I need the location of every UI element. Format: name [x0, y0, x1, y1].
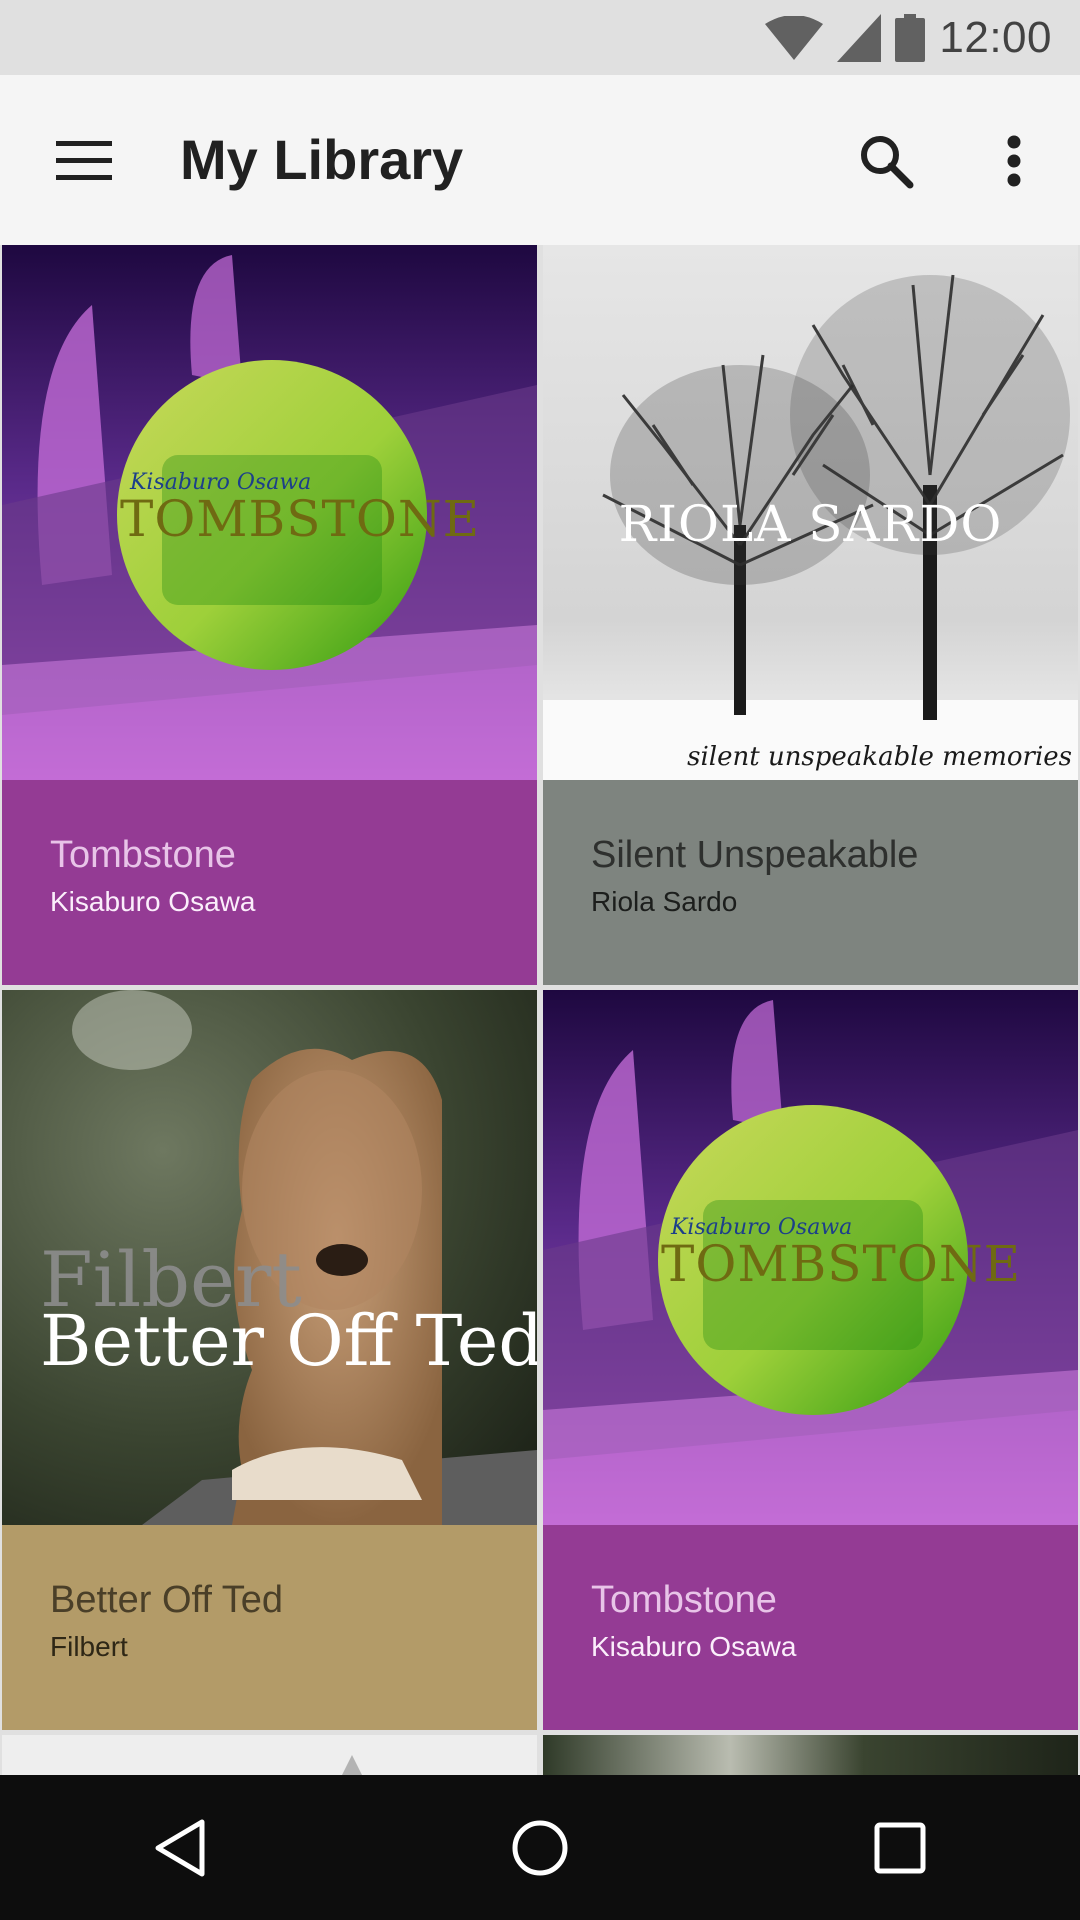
album-info: Silent Unspeakable Riola Sardo — [543, 780, 1078, 985]
album-title: Silent Unspeakable — [591, 834, 919, 876]
album-card[interactable]: RIOLA SARDO silent unspeakable memories … — [543, 245, 1078, 985]
album-info: Tombstone Kisaburo Osawa — [2, 780, 537, 985]
album-art: Filbert Better Off Ted — [2, 990, 537, 1525]
album-title: Tombstone — [591, 1579, 777, 1621]
album-title: Better Off Ted — [50, 1579, 284, 1621]
status-clock: 12:00 — [939, 12, 1052, 62]
home-button[interactable] — [480, 1788, 600, 1908]
back-icon — [155, 1819, 205, 1876]
home-icon — [512, 1820, 568, 1875]
art-title-text: silent unspeakable memories — [687, 742, 1072, 772]
recents-icon — [874, 1822, 926, 1873]
art-artist-text: RIOLA SARDO — [618, 495, 1003, 553]
album-art — [543, 1735, 1078, 1775]
app-bar: My Library — [0, 75, 1080, 245]
album-art — [2, 1735, 537, 1775]
album-artist: Kisaburo Osawa — [591, 1631, 797, 1662]
album-card[interactable]: Kisaburo Osawa TOMBSTONE Tombstone Kisab… — [543, 990, 1078, 1730]
search-button[interactable] — [850, 125, 922, 197]
album-card[interactable]: Kisaburo Osawa TOMBSTONE Tombstone Kisab… — [2, 245, 537, 985]
search-icon — [861, 136, 914, 189]
album-artist: Riola Sardo — [591, 886, 738, 917]
art-title-text: Better Off Ted — [40, 1300, 537, 1382]
album-artist: Filbert — [50, 1631, 128, 1662]
battery-icon — [895, 13, 926, 62]
more-options-button[interactable] — [978, 125, 1050, 197]
recents-button[interactable] — [840, 1788, 960, 1908]
art-title-text: TOMBSTONE — [120, 490, 481, 548]
navigation-bar — [0, 1775, 1080, 1920]
wifi-icon — [765, 15, 824, 60]
album-artist: Kisaburo Osawa — [50, 886, 256, 917]
album-card[interactable] — [543, 1735, 1078, 1775]
menu-button[interactable] — [48, 125, 120, 197]
album-card[interactable] — [2, 1735, 537, 1775]
hamburger-menu-icon — [56, 141, 112, 180]
screen: 12:00 My Library Kisaburo Osawa TOMBSTON… — [0, 0, 1080, 1920]
status-bar: 12:00 — [0, 0, 1080, 75]
cellular-signal-icon — [837, 13, 882, 62]
album-info: Better Off Ted Filbert — [2, 1525, 537, 1730]
more-vert-icon — [1007, 135, 1021, 187]
album-art: Kisaburo Osawa TOMBSTONE — [543, 990, 1078, 1525]
page-title: My Library — [180, 128, 464, 191]
art-title-text: TOMBSTONE — [661, 1235, 1022, 1293]
album-card[interactable]: Filbert Better Off Ted Better Off Ted Fi… — [2, 990, 537, 1730]
album-art: Kisaburo Osawa TOMBSTONE — [2, 245, 537, 780]
album-title: Tombstone — [50, 834, 236, 876]
album-art: RIOLA SARDO silent unspeakable memories — [543, 245, 1078, 780]
back-button[interactable] — [120, 1788, 240, 1908]
album-grid: Kisaburo Osawa TOMBSTONE Tombstone Kisab… — [0, 245, 1080, 1775]
album-info: Tombstone Kisaburo Osawa — [543, 1525, 1078, 1730]
